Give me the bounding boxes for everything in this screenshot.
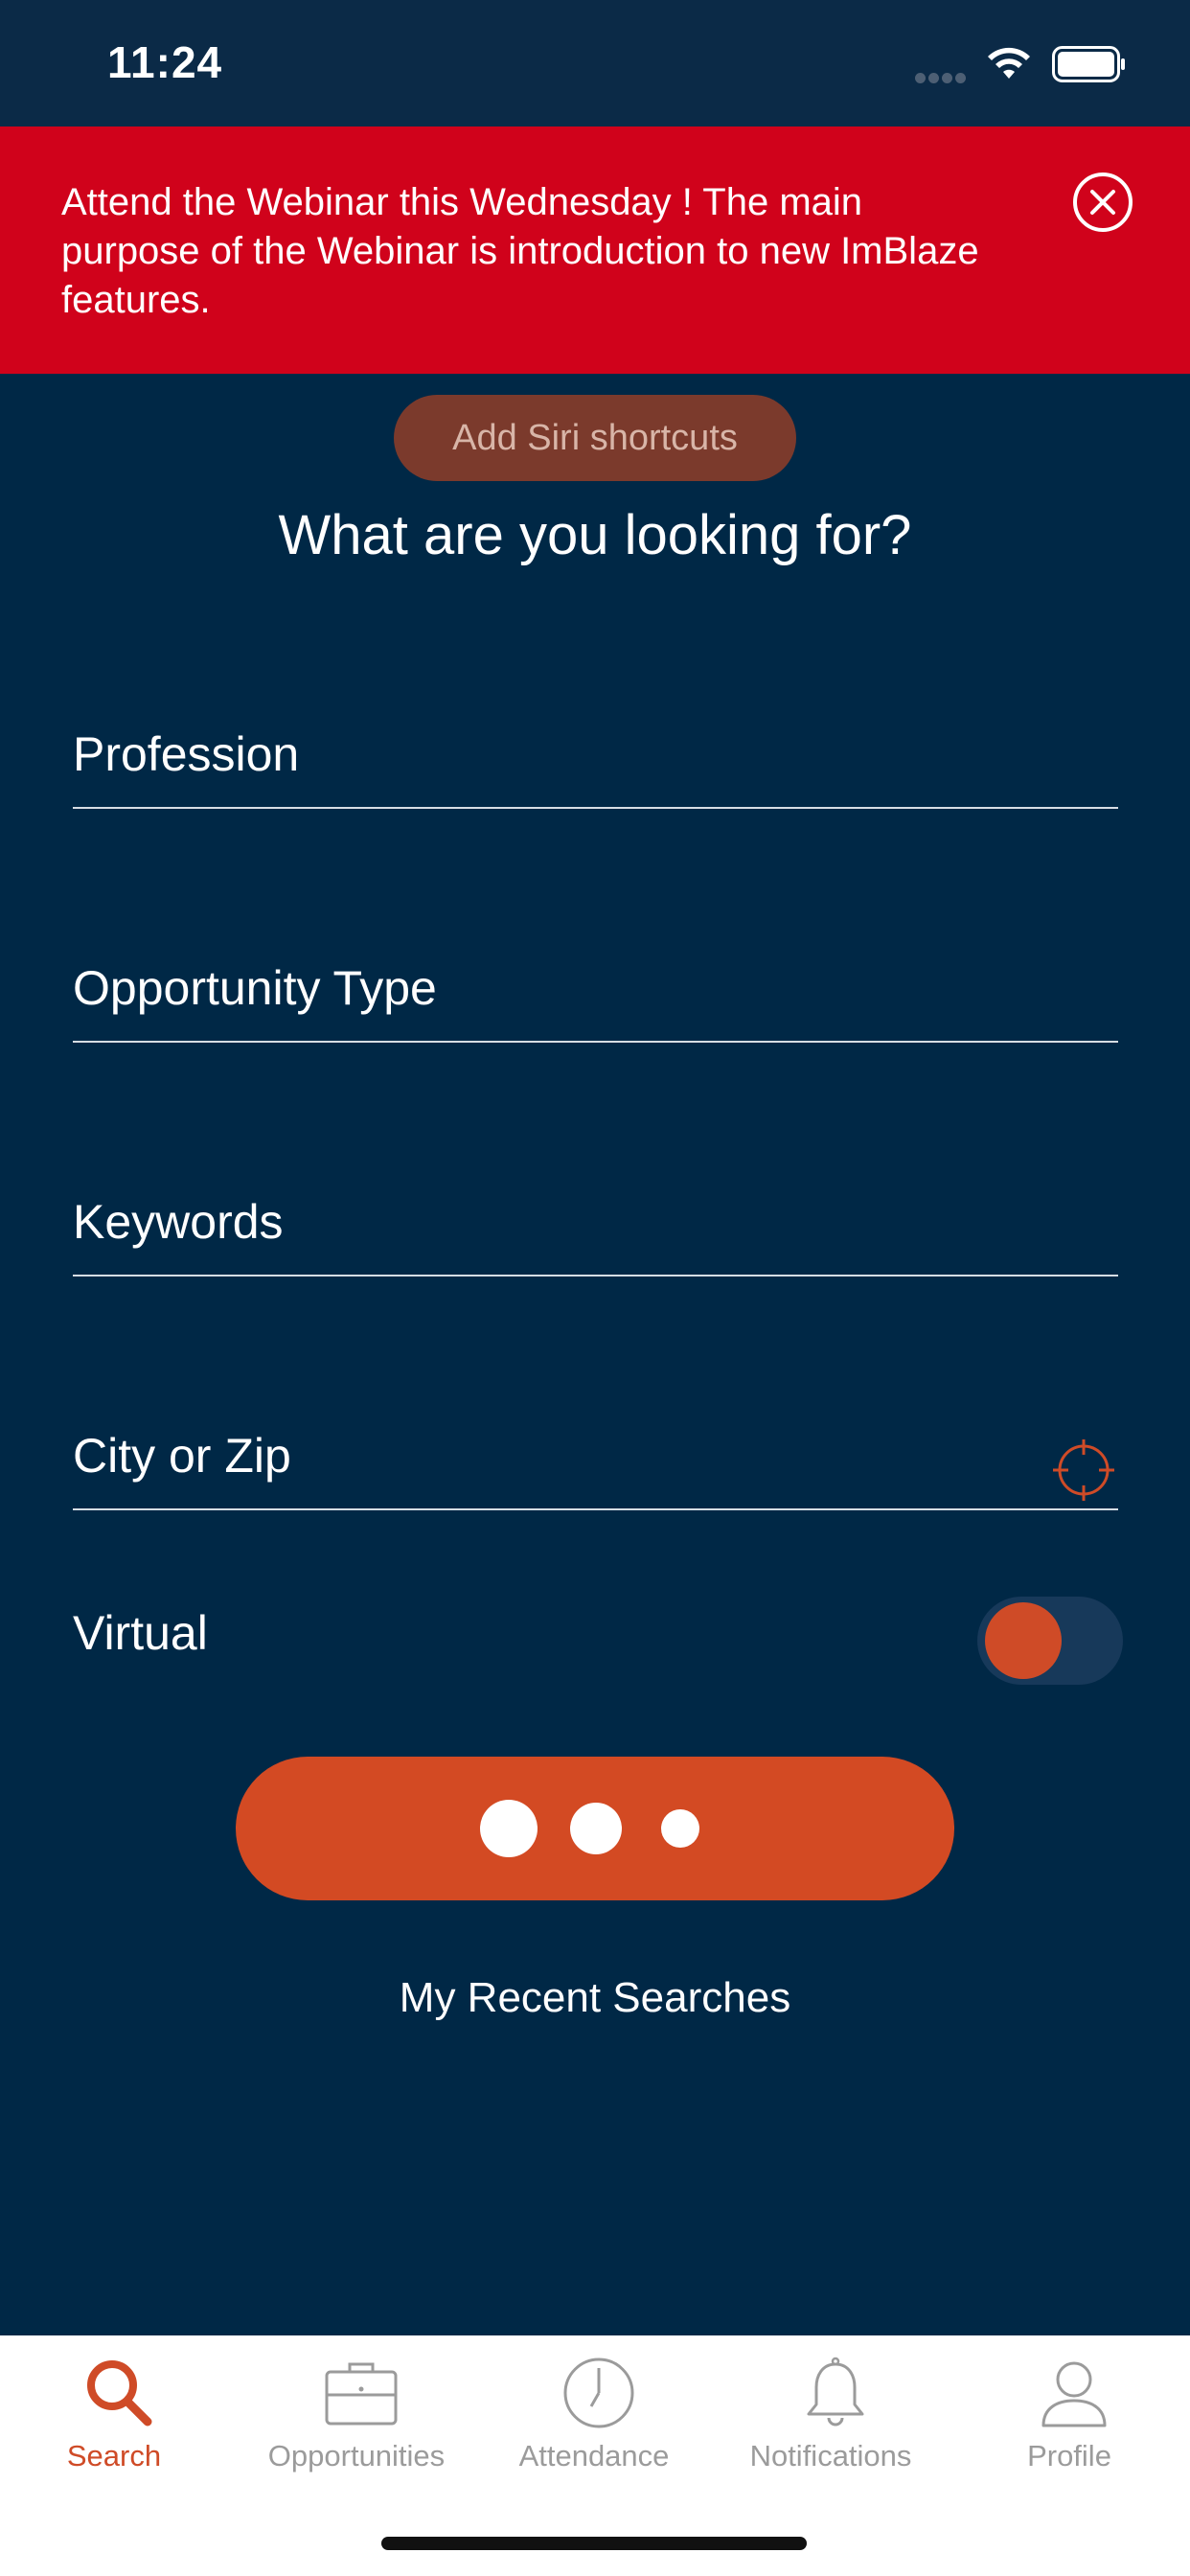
search-icon — [87, 2360, 152, 2426]
loading-dot-icon — [661, 1809, 699, 1848]
tab-label: Profile — [1027, 2439, 1111, 2472]
tab-label: Search — [66, 2439, 162, 2472]
profession-input[interactable] — [73, 726, 1031, 782]
tab-profile[interactable]: Profile — [950, 2335, 1188, 2508]
keywords-input[interactable] — [73, 1194, 1031, 1250]
clock-icon — [563, 2358, 634, 2428]
opportunity-type-input[interactable] — [73, 960, 1031, 1016]
search-button[interactable] — [236, 1757, 954, 1900]
virtual-label: Virtual — [73, 1606, 208, 1660]
my-recent-searches-link[interactable]: My Recent Searches — [0, 1974, 1190, 2022]
tab-opportunities[interactable]: Opportunities — [238, 2335, 475, 2508]
page-title: What are you looking for? — [278, 504, 912, 566]
wifi-icon — [988, 47, 1030, 79]
tab-label: Opportunities — [267, 2439, 446, 2472]
loading-dot-icon — [480, 1800, 538, 1857]
tab-label: Notifications — [749, 2439, 912, 2472]
virtual-toggle[interactable] — [977, 1597, 1123, 1685]
toggle-knob — [985, 1602, 1062, 1679]
status-time: 11:24 — [107, 37, 223, 87]
close-icon[interactable] — [1071, 171, 1134, 234]
profession-field-container — [73, 692, 1118, 809]
tab-attendance[interactable]: Attendance — [475, 2335, 713, 2508]
banner-message: Attend the Webinar this Wednesday ! The … — [61, 181, 979, 321]
opportunity-type-field-container — [73, 926, 1118, 1043]
city-zip-input[interactable] — [73, 1428, 1031, 1484]
city-zip-field-container — [73, 1393, 1118, 1510]
tab-notifications[interactable]: Notifications — [712, 2335, 950, 2508]
tab-label: Attendance — [518, 2439, 670, 2472]
announcement-banner: Attend the Webinar this Wednesday ! The … — [0, 126, 1190, 374]
bell-icon — [807, 2357, 864, 2426]
keywords-field-container — [73, 1160, 1118, 1276]
add-siri-shortcuts-button[interactable]: Add Siri shortcuts — [394, 395, 796, 481]
person-icon — [1041, 2361, 1107, 2427]
tab-search[interactable]: Search — [0, 2335, 233, 2508]
home-indicator — [381, 2537, 807, 2550]
battery-icon — [1052, 46, 1125, 82]
status-bar: 11:24 — [0, 0, 1190, 126]
loading-dot-icon — [570, 1803, 622, 1854]
cellular-signal-icon — [915, 71, 973, 83]
location-crosshair-icon[interactable] — [1049, 1436, 1118, 1505]
briefcase-icon — [325, 2362, 398, 2426]
